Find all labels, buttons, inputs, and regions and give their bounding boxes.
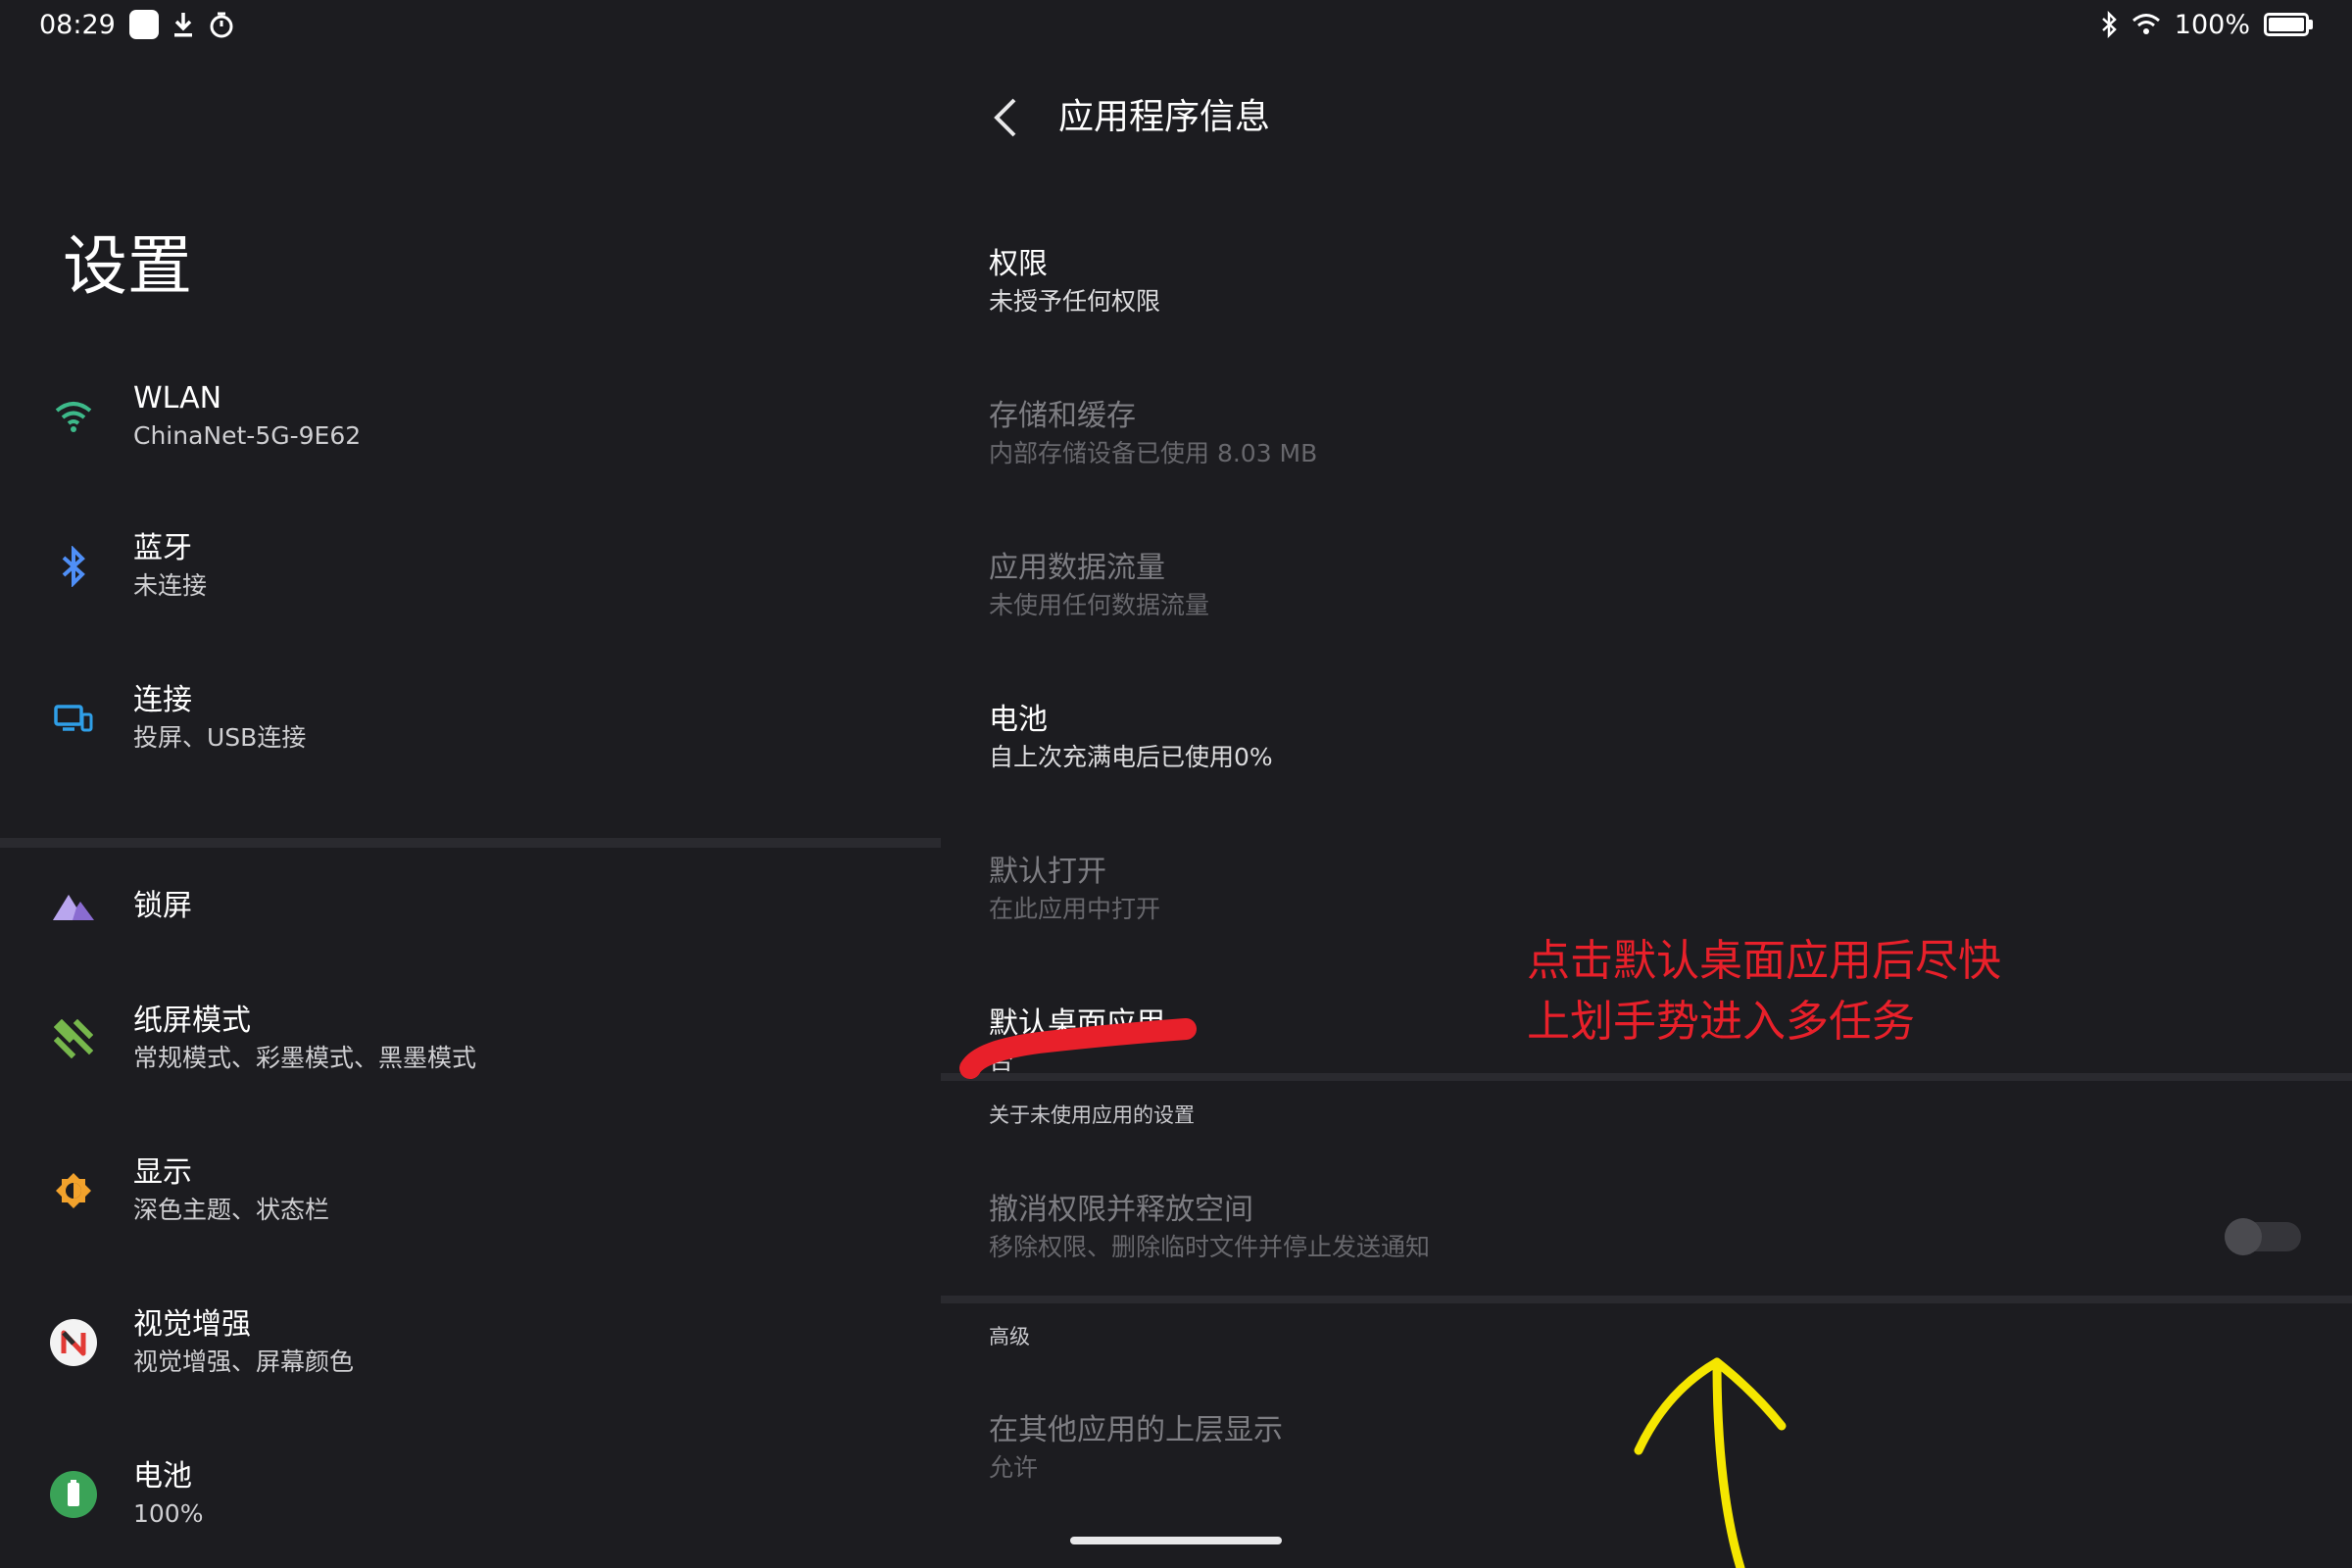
- app-info-pane: 应用程序信息 权限 未授予任何权限 存储和缓存 内部存储设备已使用 8.03 M…: [941, 49, 2352, 1568]
- chevron-left-icon: [994, 98, 1016, 137]
- paper-stripes-icon: [49, 1014, 98, 1063]
- annotation-text: 点击默认桌面应用后尽快 上划手势进入多任务: [1527, 931, 2001, 1053]
- settings-item-connection[interactable]: 连接 投屏、USB连接: [0, 655, 941, 782]
- annotation-line-2: 上划手势进入多任务: [1527, 997, 1915, 1047]
- visual-enhance-icon: [49, 1318, 98, 1367]
- info-item-subtitle: 未授予任何权限: [989, 287, 1161, 316]
- brightness-icon: [49, 1166, 98, 1215]
- settings-item-lockscreen[interactable]: 锁屏: [0, 843, 941, 970]
- settings-item-subtitle: 深色主题、状态栏: [133, 1196, 330, 1224]
- info-item-title: 应用数据流量: [989, 551, 1165, 585]
- battery-icon: [2264, 13, 2313, 36]
- settings-item-subtitle: 视觉增强、屏幕颜色: [133, 1348, 355, 1376]
- status-right: 100%: [2100, 10, 2313, 40]
- settings-item-title: 连接: [133, 683, 192, 717]
- info-item-subtitle: 在此应用中打开: [989, 895, 1161, 923]
- settings-item-wlan[interactable]: WLAN ChinaNet-5G-9E62: [0, 353, 941, 480]
- toggle-knob: [2225, 1218, 2262, 1255]
- info-item-subtitle: 自上次充满电后已使用0%: [989, 743, 1273, 771]
- status-left: 08:29: [39, 10, 235, 40]
- settings-item-bluetooth[interactable]: 蓝牙 未连接: [0, 503, 941, 630]
- cast-icon: [49, 694, 98, 743]
- info-item-title: 撤消权限并释放空间: [989, 1193, 1253, 1227]
- info-item-subtitle: 允许: [989, 1453, 1039, 1482]
- back-button[interactable]: [976, 88, 1035, 147]
- info-item-title: 在其他应用的上层显示: [989, 1413, 1283, 1447]
- page-title: 应用程序信息: [1058, 97, 1271, 137]
- info-item-subtitle: 内部存储设备已使用 8.03 MB: [989, 439, 1318, 467]
- info-item-title: 默认打开: [989, 855, 1106, 889]
- battery-percent: 100%: [2174, 9, 2250, 40]
- info-item-storage: 存储和缓存 内部存储设备已使用 8.03 MB: [941, 348, 2352, 495]
- wifi-icon: [49, 392, 98, 441]
- page-title: 设置: [63, 228, 192, 304]
- info-item-title: 电池: [989, 703, 1048, 737]
- info-item-battery[interactable]: 电池 自上次充满电后已使用0%: [941, 652, 2352, 799]
- section-label-advanced: 高级: [989, 1325, 1030, 1348]
- battery-icon: [49, 1470, 98, 1519]
- info-item-display-over-apps[interactable]: 在其他应用的上层显示 允许: [941, 1392, 2352, 1519]
- notification-square-icon: [128, 10, 159, 39]
- status-bar: 08:29 100%: [0, 0, 2352, 49]
- section-divider: [941, 1073, 2352, 1081]
- section-label-unused-apps: 关于未使用应用的设置: [989, 1103, 1195, 1127]
- settings-item-title: 锁屏: [133, 889, 192, 923]
- settings-item-battery[interactable]: 电池 100%: [0, 1431, 941, 1558]
- timer-icon: [208, 11, 235, 38]
- lockscreen-mountain-icon: [49, 882, 98, 931]
- settings-list-pane: 设置 WLAN ChinaNet-5G-9E62 蓝牙 未连接 连接 投屏、US…: [0, 49, 941, 1568]
- settings-item-title: 视觉增强: [133, 1307, 251, 1342]
- wifi-icon: [2132, 12, 2161, 37]
- info-item-subtitle: 移除权限、删除临时文件并停止发送通知: [989, 1233, 1431, 1261]
- bluetooth-icon: [2100, 11, 2118, 38]
- info-item-title: 权限: [989, 247, 1048, 281]
- gesture-nav-handle[interactable]: [1070, 1537, 1282, 1544]
- settings-item-subtitle: ChinaNet-5G-9E62: [133, 421, 362, 450]
- info-item-permissions[interactable]: 权限 未授予任何权限: [941, 196, 2352, 343]
- settings-item-visual-enhance[interactable]: 视觉增强 视觉增强、屏幕颜色: [0, 1279, 941, 1406]
- settings-item-subtitle: 常规模式、彩墨模式、黑墨模式: [133, 1044, 477, 1072]
- info-item-subtitle: 未使用任何数据流量: [989, 591, 1210, 619]
- settings-item-title: 纸屏模式: [133, 1004, 251, 1038]
- settings-item-display[interactable]: 显示 深色主题、状态栏: [0, 1127, 941, 1254]
- settings-item-title: WLAN: [133, 381, 222, 416]
- settings-item-paper-mode[interactable]: 纸屏模式 常规模式、彩墨模式、黑墨模式: [0, 975, 941, 1102]
- status-time: 08:29: [39, 9, 116, 40]
- info-item-title: 默认桌面应用: [989, 1006, 1165, 1041]
- info-item-open-by-default: 默认打开 在此应用中打开: [941, 804, 2352, 951]
- settings-item-title: 显示: [133, 1155, 192, 1190]
- settings-item-title: 蓝牙: [133, 531, 192, 565]
- settings-item-subtitle: 投屏、USB连接: [133, 723, 307, 752]
- download-icon: [172, 11, 194, 38]
- revoke-permissions-toggle[interactable]: [2225, 1218, 2301, 1255]
- section-divider: [941, 1296, 2352, 1303]
- settings-item-title: 电池: [133, 1459, 192, 1494]
- annotation-line-1: 点击默认桌面应用后尽快: [1527, 936, 2001, 986]
- info-item-revoke-permissions[interactable]: 撤消权限并释放空间 移除权限、删除临时文件并停止发送通知: [941, 1171, 2352, 1298]
- info-item-data-usage: 应用数据流量 未使用任何数据流量: [941, 500, 2352, 647]
- settings-item-subtitle: 100%: [133, 1499, 204, 1528]
- bluetooth-icon: [49, 542, 98, 591]
- info-item-title: 存储和缓存: [989, 399, 1136, 433]
- settings-item-subtitle: 未连接: [133, 571, 208, 600]
